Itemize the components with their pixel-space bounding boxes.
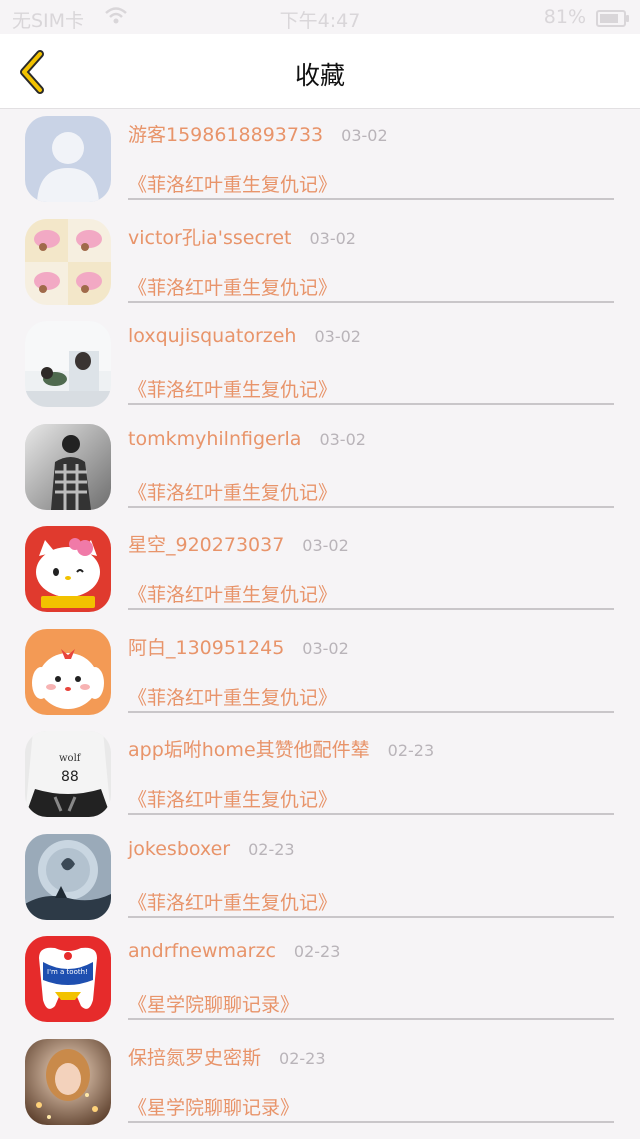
- divider: [128, 608, 614, 610]
- divider: [128, 915, 614, 918]
- item-meta: 游客1598618893733 03-02: [128, 120, 388, 150]
- divider: [128, 1120, 614, 1123]
- divider: [128, 710, 614, 713]
- svg-text:88: 88: [61, 769, 79, 785]
- avatar[interactable]: [25, 423, 111, 510]
- item-date: 02-23: [387, 741, 435, 760]
- item-date: 03-02: [319, 429, 366, 449]
- item-date: 03-02: [302, 536, 349, 555]
- user-name[interactable]: andrfnewmarzc: [128, 940, 276, 962]
- divider: [128, 813, 614, 815]
- user-name[interactable]: 阿白_130951245: [128, 637, 284, 659]
- svg-text:I'm a tooth!: I'm a tooth!: [47, 968, 88, 976]
- user-name[interactable]: 星空_920273037: [128, 534, 284, 556]
- avatar[interactable]: [25, 218, 111, 305]
- item-meta: victor孔ia'ssecret 03-02: [128, 223, 356, 253]
- favorites-list: 游客1598618893733 03-02 《菲洛红叶重生复仇记》 victor孔ia…: [0, 108, 640, 1133]
- item-meta: andrfnewmarzc 02-23: [128, 940, 340, 970]
- book-title-link[interactable]: 《菲洛红叶重生复仇记》: [128, 580, 337, 607]
- book-title-link[interactable]: 《菲洛红叶重生复仇记》: [128, 478, 337, 505]
- divider: [128, 1018, 614, 1020]
- user-name[interactable]: app垢咐home其赞他配件辇: [128, 739, 370, 761]
- battery-icon: [596, 10, 629, 27]
- list-item[interactable]: victor孔ia'ssecret 03-02 《菲洛红叶重生复仇记》: [0, 211, 640, 314]
- avatar[interactable]: [25, 628, 111, 715]
- avatar[interactable]: [25, 526, 111, 612]
- item-meta: 星空_920273037 03-02: [128, 530, 349, 560]
- divider: [128, 198, 614, 200]
- item-date: 03-02: [302, 638, 349, 658]
- book-title-link[interactable]: 《菲洛红叶重生复仇记》: [128, 683, 337, 710]
- book-title-link[interactable]: 《菲洛红叶重生复仇记》: [128, 375, 337, 402]
- list-item[interactable]: 阿白_130951245 03-02 《菲洛红叶重生复仇记》: [0, 621, 640, 724]
- item-date: 03-02: [314, 327, 361, 346]
- user-name[interactable]: tomkmyhilnfigerla: [128, 428, 301, 450]
- item-meta: tomkmyhilnfigerla 03-02: [128, 428, 366, 458]
- item-date: 02-23: [293, 942, 341, 961]
- item-meta: 保掊氮罗史密斯 02-23: [128, 1043, 326, 1073]
- item-meta: 阿白_130951245 03-02: [128, 633, 349, 663]
- list-item[interactable]: loxqujisquatorzeh 03-02 《菲洛红叶重生复仇记》: [0, 313, 640, 416]
- svg-text:wolf: wolf: [59, 753, 82, 764]
- avatar[interactable]: I'm a tooth!: [25, 936, 111, 1022]
- avatar[interactable]: [25, 1038, 111, 1125]
- book-title-link[interactable]: 《菲洛红叶重生复仇记》: [128, 170, 337, 197]
- item-date: 03-02: [341, 126, 388, 145]
- status-bar: 无SIM卡 下午4:47 81%: [0, 0, 640, 34]
- book-title-link[interactable]: 《星学院聊聊记录》: [128, 990, 299, 1017]
- avatar[interactable]: [25, 321, 111, 407]
- avatar[interactable]: wolf 88: [25, 731, 111, 817]
- list-item[interactable]: 游客1598618893733 03-02 《菲洛红叶重生复仇记》: [0, 108, 640, 211]
- divider: [128, 300, 614, 303]
- divider: [128, 403, 614, 405]
- book-title-link[interactable]: 《菲洛红叶重生复仇记》: [128, 273, 337, 300]
- item-date: 02-23: [248, 839, 295, 859]
- nav-bar: 收藏: [0, 34, 640, 109]
- book-title-link[interactable]: 《菲洛红叶重生复仇记》: [128, 888, 337, 915]
- avatar[interactable]: [25, 833, 111, 920]
- divider: [128, 505, 614, 508]
- book-title-link[interactable]: 《星学院聊聊记录》: [128, 1093, 299, 1120]
- list-item[interactable]: I'm a tooth! andrfnewmarzc 02-23 《星学院聊聊记录》: [0, 928, 640, 1031]
- list-item[interactable]: tomkmyhilnfigerla 03-02 《菲洛红叶重生复仇记》: [0, 416, 640, 519]
- avatar[interactable]: [25, 116, 111, 202]
- user-name[interactable]: 游客1598618893733: [128, 124, 323, 146]
- list-item[interactable]: wolf 88 app垢咐home其赞他配件辇 02-23 《菲洛红叶重生复仇记》: [0, 723, 640, 826]
- list-item[interactable]: jokesboxer 02-23 《菲洛红叶重生复仇记》: [0, 826, 640, 929]
- user-name[interactable]: 保掊氮罗史密斯: [128, 1047, 261, 1069]
- book-title-link[interactable]: 《菲洛红叶重生复仇记》: [128, 785, 337, 812]
- list-item[interactable]: 保掊氮罗史密斯 02-23 《星学院聊聊记录》: [0, 1031, 640, 1134]
- user-name[interactable]: loxqujisquatorzeh: [128, 325, 296, 347]
- user-name[interactable]: victor孔ia'ssecret: [128, 227, 291, 249]
- list-item[interactable]: 星空_920273037 03-02 《菲洛红叶重生复仇记》: [0, 518, 640, 621]
- item-meta: loxqujisquatorzeh 03-02: [128, 325, 361, 355]
- item-date: 03-02: [309, 228, 356, 248]
- page-title: 收藏: [294, 61, 345, 90]
- item-meta: jokesboxer 02-23: [128, 838, 295, 868]
- user-name[interactable]: jokesboxer: [128, 838, 230, 860]
- item-meta: app垢咐home其赞他配件辇 02-23: [128, 735, 434, 765]
- item-date: 02-23: [279, 1048, 326, 1068]
- battery-percent: 81%: [543, 6, 586, 28]
